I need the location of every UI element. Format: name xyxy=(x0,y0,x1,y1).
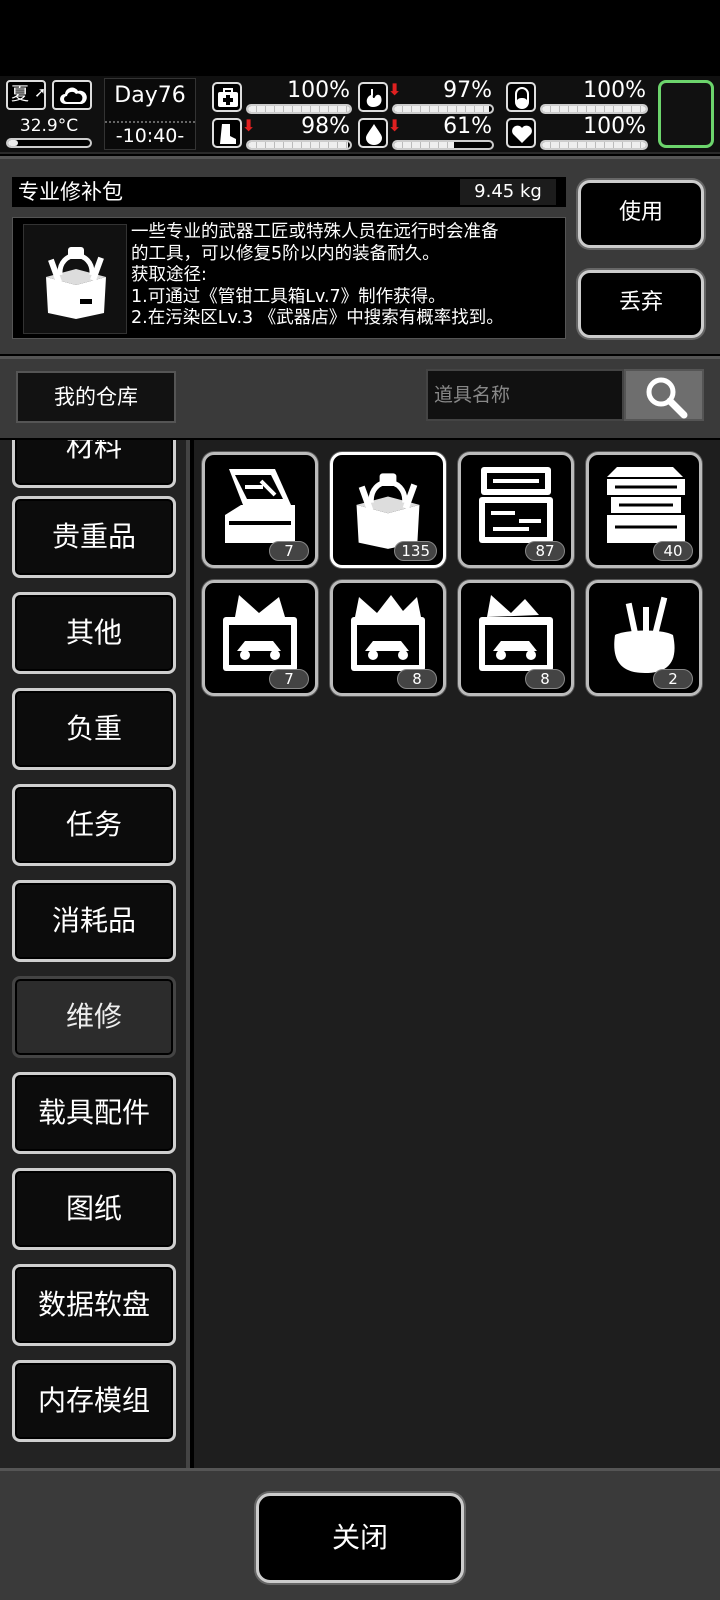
stamina-value: 98% xyxy=(301,114,350,139)
water-drop-icon xyxy=(358,118,388,148)
category-other[interactable]: 其他 xyxy=(12,592,176,674)
thirst-down-arrow-icon: ⬇ xyxy=(388,116,402,135)
category-load[interactable]: 负重 xyxy=(12,688,176,770)
mood-bar xyxy=(540,140,648,150)
status-menu-button[interactable] xyxy=(658,80,714,148)
item-slot-car-toolbox-wrench[interactable]: 8 xyxy=(458,580,574,696)
mood-stat: 100% xyxy=(506,114,650,150)
immunity-stat: 100% xyxy=(506,78,650,114)
item-slot-cantilever-toolbox[interactable]: 40 xyxy=(586,452,702,568)
day-time-panel: Day76 -10:40- xyxy=(104,78,196,150)
pill-icon xyxy=(506,82,536,112)
item-slot-tool-case[interactable]: 87 xyxy=(458,452,574,568)
item-count: 135 xyxy=(394,541,437,561)
thirst-stat: ⬇ 61% xyxy=(358,114,496,150)
item-count: 8 xyxy=(525,669,565,689)
stamina-bar xyxy=(246,140,352,150)
item-slot-open-toolbox[interactable]: 7 xyxy=(202,452,318,568)
item-count: 2 xyxy=(653,669,693,689)
category-valuables[interactable]: 贵重品 xyxy=(12,496,176,578)
item-count: 40 xyxy=(653,541,693,561)
search-button[interactable] xyxy=(624,369,704,421)
category-repair[interactable]: 维修 xyxy=(12,976,176,1058)
category-blueprints[interactable]: 图纸 xyxy=(12,1168,176,1250)
search-input[interactable] xyxy=(426,369,624,421)
hunger-bar xyxy=(392,104,494,114)
time-label: -10:40- xyxy=(105,121,195,147)
season-arrow-icon: ➚ xyxy=(34,85,46,101)
category-quest[interactable]: 任务 xyxy=(12,784,176,866)
cloud-icon xyxy=(52,80,92,110)
heart-icon xyxy=(506,118,536,148)
stamina-down-arrow-icon: ⬇ xyxy=(242,116,256,135)
item-slot-car-toolbox-full[interactable]: 8 xyxy=(330,580,446,696)
temperature-bar xyxy=(6,138,92,148)
car-toolbox-icon xyxy=(223,595,297,671)
season-indicator: 夏 ➚ xyxy=(6,80,46,110)
description-line: 获取途径: xyxy=(131,265,207,285)
stomach-icon xyxy=(358,82,388,112)
item-weight: 9.45 kg xyxy=(460,179,556,205)
item-count: 8 xyxy=(397,669,437,689)
description-line: 1.可通过《管钳工具箱Lv.7》制作获得。 xyxy=(131,286,446,307)
drop-button[interactable]: 丢弃 xyxy=(578,270,704,338)
category-materials[interactable]: 材料 xyxy=(12,440,176,488)
open-toolbox-pliers-icon xyxy=(225,469,295,543)
category-sidebar[interactable]: 材料 贵重品 其他 负重 任务 消耗品 维修 载具配件 图纸 数据软盘 内存模组 xyxy=(0,440,190,1468)
car-toolbox-full-icon xyxy=(351,595,425,671)
hunger-stat: ⬇ 97% xyxy=(358,78,496,114)
thirst-bar xyxy=(392,140,494,150)
use-button[interactable]: 使用 xyxy=(578,180,704,248)
repair-bag-icon xyxy=(23,224,127,334)
item-slot-tool-pouch[interactable]: 2 xyxy=(586,580,702,696)
description-line: 的工具，可以修复5阶以内的装备耐久。 xyxy=(131,243,440,264)
description-line: 2.在污染区Lv.3 《武器店》中搜索有概率找到。 xyxy=(131,308,504,328)
stamina-stat: ⬇ 98% xyxy=(212,114,354,150)
item-description: 一些专业的武器工匠或特殊人员在远行时会准备 的工具，可以修复5阶以内的装备耐久。… xyxy=(131,222,561,330)
tool-pouch-icon xyxy=(614,596,675,673)
health-value: 100% xyxy=(287,78,350,103)
thirst-value: 61% xyxy=(443,114,492,139)
close-button[interactable]: 关闭 xyxy=(256,1493,464,1583)
item-slot-car-toolbox[interactable]: 7 xyxy=(202,580,318,696)
season-label: 夏 xyxy=(11,84,29,105)
category-data-disks[interactable]: 数据软盘 xyxy=(12,1264,176,1346)
category-memory-modules[interactable]: 内存模组 xyxy=(12,1360,176,1442)
health-stat: 100% xyxy=(212,78,354,114)
search-icon xyxy=(646,377,688,419)
item-count: 87 xyxy=(525,541,565,561)
footer-bar: 关闭 xyxy=(0,1468,720,1600)
warehouse-toolbar: 我的仓库 xyxy=(0,356,720,438)
day-label: Day76 xyxy=(114,83,186,108)
item-slot-repair-bag[interactable]: 135 xyxy=(330,452,446,568)
immunity-value: 100% xyxy=(583,78,646,103)
item-count: 7 xyxy=(269,541,309,561)
hunger-down-arrow-icon: ⬇ xyxy=(388,80,402,99)
tab-my-warehouse[interactable]: 我的仓库 xyxy=(16,371,176,423)
temperature-label: 32.9°C xyxy=(19,116,79,136)
item-count: 7 xyxy=(269,669,309,689)
item-title-bar: 专业修补包 9.45 kg xyxy=(12,177,566,207)
system-status-bar xyxy=(0,0,720,76)
item-description-box: 一些专业的武器工匠或特殊人员在远行时会准备 的工具，可以修复5阶以内的装备耐久。… xyxy=(12,217,566,339)
item-name: 专业修补包 xyxy=(18,180,123,204)
repair-bag-icon xyxy=(356,473,420,549)
immunity-bar xyxy=(540,104,648,114)
car-toolbox-wrench-icon xyxy=(479,595,553,671)
item-grid: 7 135 87 40 7 8 8 2 xyxy=(194,440,720,1468)
category-vehicle-parts[interactable]: 载具配件 xyxy=(12,1072,176,1154)
survival-hud: 夏 ➚ 32.9°C Day76 -10:40- 100% ⬇ 97% 100%… xyxy=(0,76,720,154)
first-aid-icon xyxy=(212,82,242,112)
description-line: 一些专业的武器工匠或特殊人员在远行时会准备 xyxy=(131,222,499,242)
health-bar xyxy=(246,104,352,114)
hunger-value: 97% xyxy=(443,78,492,103)
category-consumables[interactable]: 消耗品 xyxy=(12,880,176,962)
boot-icon xyxy=(212,118,242,148)
cantilever-toolbox-icon xyxy=(607,467,685,543)
mood-value: 100% xyxy=(583,114,646,139)
tool-case-icon xyxy=(479,467,553,543)
